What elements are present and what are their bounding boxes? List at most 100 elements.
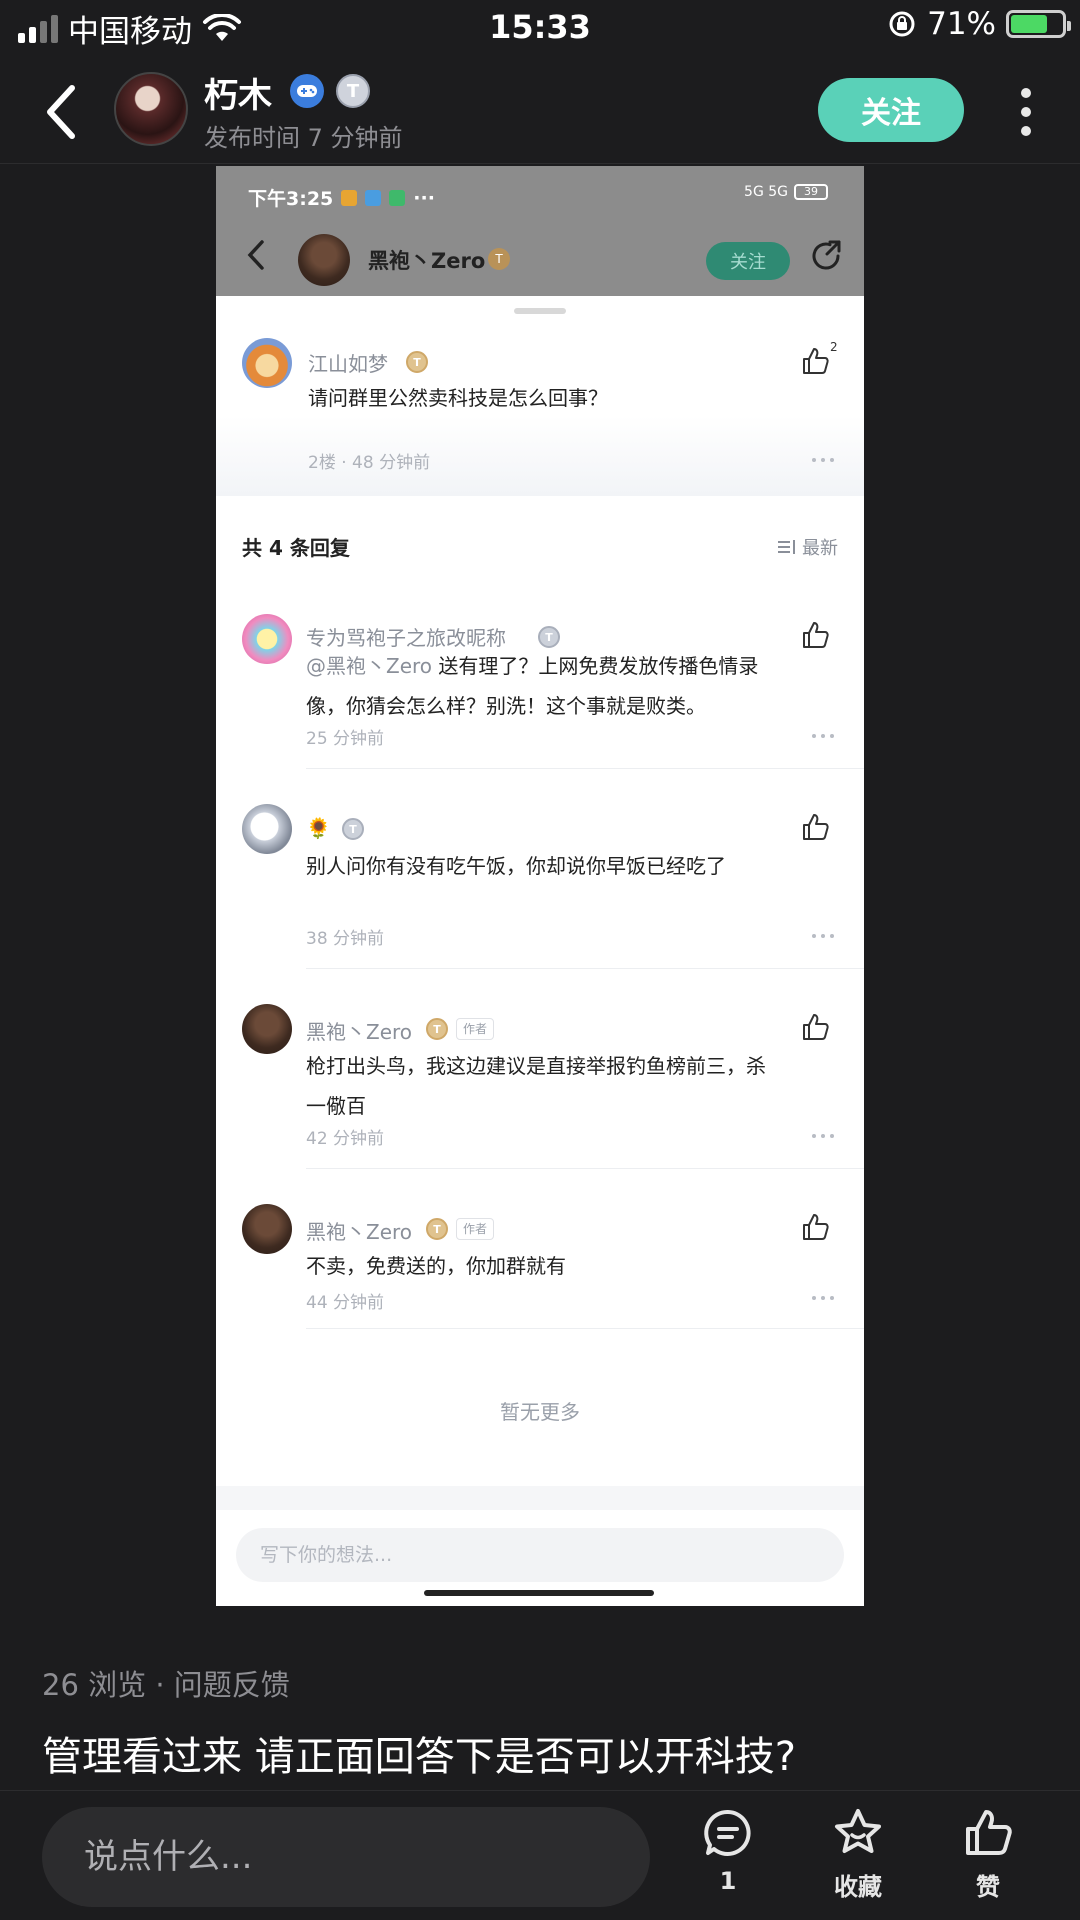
screenshot-battery: 39 — [794, 184, 828, 200]
more-icon — [812, 734, 834, 740]
reply-name: 🌻 — [306, 816, 331, 840]
app-notify-icon — [365, 189, 382, 206]
replies-sheet: 江山如梦 T 2 请问群里公然卖科技是怎么回事？ 2楼 · 48 分钟前 共 4… — [216, 296, 864, 1606]
reply-meta: 25 分钟前 — [306, 729, 385, 749]
reply-name: 黑袍丶Zero — [306, 1020, 413, 1044]
reply-text-line1: 枪打出头鸟，我这边建议是直接举报钓鱼榜前三，杀 — [306, 1054, 766, 1078]
more-icon — [812, 458, 834, 464]
author-tag: 作者 — [456, 1018, 495, 1040]
reply-text: @黑袍丶Zero 送有理了？上网免费发放传播色情录 像，你猜会怎么样？别洗！这个… — [306, 646, 758, 726]
download-notify-icon — [389, 189, 406, 206]
author-name[interactable]: 朽木 — [204, 68, 272, 117]
mention: @黑袍丶Zero — [306, 654, 433, 678]
commenter-avatar — [242, 338, 292, 388]
reply-text: 枪打出头鸟，我这边建议是直接举报钓鱼榜前三，杀 一儆百 — [306, 1046, 766, 1126]
reply-name: 黑袍丶Zero — [306, 1220, 413, 1244]
like-button[interactable]: 赞 — [938, 1807, 1038, 1902]
level-badge-icon: T — [406, 351, 428, 373]
home-indicator — [424, 1590, 654, 1596]
reply-meta: 38 分钟前 — [306, 929, 385, 949]
screenshot-time: 下午3:25 — [248, 188, 334, 210]
battery-icon — [1006, 10, 1071, 38]
author-avatar[interactable] — [114, 72, 188, 146]
screenshot-follow-button: 关注 — [706, 242, 790, 280]
screenshot-comment-input: 写下你的想法... — [236, 1528, 844, 1582]
comment-button[interactable]: 1 — [678, 1807, 778, 1895]
screenshot-author-name: 黑袍丶Zero — [368, 249, 486, 273]
bottom-action-bar: 说点什么... 1 收藏 赞 — [0, 1790, 1080, 1920]
screenshot-share-icon — [812, 240, 841, 270]
follow-button[interactable]: 关注 — [818, 78, 964, 142]
level-badge-icon: T — [538, 626, 560, 648]
rotation-lock-icon — [889, 11, 915, 37]
favorite-icon — [835, 1809, 881, 1853]
reply-avatar — [242, 804, 292, 854]
more-options-icon[interactable] — [1016, 88, 1036, 136]
reply-meta: 44 分钟前 — [306, 1293, 385, 1313]
like-label: 赞 — [976, 1873, 1000, 1901]
battery-percent: 71% — [927, 6, 996, 42]
post-header: 朽木 T 发布时间 7 分钟前 关注 — [0, 60, 1080, 164]
comment-icon — [704, 1809, 751, 1856]
reply-text-line2: 像，你猜会怎么样？别洗！这个事就是败类。 — [306, 694, 706, 718]
screenshot-status-bar: 下午3:25 ··· — [248, 184, 435, 211]
reply-avatar — [242, 1204, 292, 1254]
more-notifications: ··· — [413, 186, 435, 209]
like-icon — [803, 814, 829, 840]
status-bar: 中国移动 15:33 71% — [0, 0, 1080, 56]
reply-text: 不卖，免费送的，你加群就有 — [306, 1254, 566, 1278]
reply-text-line2: 一儆百 — [306, 1094, 366, 1118]
divider — [306, 1168, 864, 1169]
sort-icon — [778, 540, 795, 554]
comment-input[interactable]: 说点什么... — [42, 1807, 650, 1907]
attached-screenshot[interactable]: 下午3:25 ··· 5G 5G 39 黑袍丶Zero T 关注 江山如梦 T … — [216, 166, 864, 1606]
level-badge-icon: T — [336, 74, 370, 108]
sort-control: 最新 — [778, 534, 838, 560]
more-icon — [812, 934, 834, 940]
sheet-separator — [216, 1486, 864, 1510]
app-notify-icon — [341, 189, 358, 206]
favorite-label: 收藏 — [834, 1873, 882, 1901]
author-tag: 作者 — [456, 1218, 495, 1240]
top-comment: 江山如梦 T 2 请问群里公然卖科技是怎么回事？ 2楼 · 48 分钟前 — [216, 296, 864, 496]
reply-avatar — [242, 1004, 292, 1054]
commenter-name: 江山如梦 — [308, 352, 388, 376]
divider — [306, 768, 864, 769]
level-badge-icon: T — [342, 818, 364, 840]
screenshot-author-avatar — [298, 234, 350, 286]
like-icon — [803, 348, 829, 374]
level-badge-icon: T — [426, 1218, 448, 1240]
no-more-label: 暂无更多 — [500, 1400, 580, 1424]
back-icon[interactable] — [40, 80, 84, 144]
comment-meta: 2楼 · 48 分钟前 — [308, 453, 431, 473]
thumbs-up-icon — [966, 1810, 1012, 1855]
sheet-handle — [514, 308, 566, 314]
reply-meta: 42 分钟前 — [306, 1129, 385, 1149]
like-count: 2 — [830, 340, 838, 354]
level-badge-icon: T — [426, 1018, 448, 1040]
post-title: 管理看过来 请正面回答下是否可以开科技? — [42, 1734, 796, 1780]
like-icon — [803, 622, 829, 648]
reply-text-line1: 送有理了？上网免费发放传播色情录 — [438, 654, 759, 678]
like-icon — [803, 1214, 829, 1240]
screenshot-back-icon — [247, 240, 264, 270]
comment-text: 请问群里公然卖科技是怎么回事？ — [308, 386, 608, 410]
gamepad-badge-icon — [290, 74, 324, 108]
screenshot-level-badge: T — [488, 248, 510, 270]
post-detail-page: 中国移动 15:33 71% 朽木 T 发布时间 7 分钟前 关注 下午3:25… — [0, 0, 1080, 1920]
screenshot-app-header: 下午3:25 ··· 5G 5G 39 黑袍丶Zero T 关注 — [216, 166, 864, 296]
divider — [306, 1328, 864, 1329]
more-icon — [812, 1134, 834, 1140]
more-icon — [812, 1296, 834, 1302]
favorite-button[interactable]: 收藏 — [808, 1807, 908, 1902]
screenshot-network: 5G 5G — [744, 184, 788, 200]
divider — [306, 968, 864, 969]
comment-count: 1 — [719, 1867, 737, 1895]
sort-label: 最新 — [802, 538, 838, 559]
reply-count: 共 4 条回复 — [242, 536, 350, 560]
reply-text: 别人问你有没有吃午饭，你却说你早饭已经吃了 — [306, 854, 726, 878]
like-icon — [803, 1014, 829, 1040]
post-info: 26 浏览 · 问题反馈 — [42, 1668, 290, 1702]
post-time: 发布时间 7 分钟前 — [204, 124, 403, 152]
reply-avatar — [242, 614, 292, 664]
